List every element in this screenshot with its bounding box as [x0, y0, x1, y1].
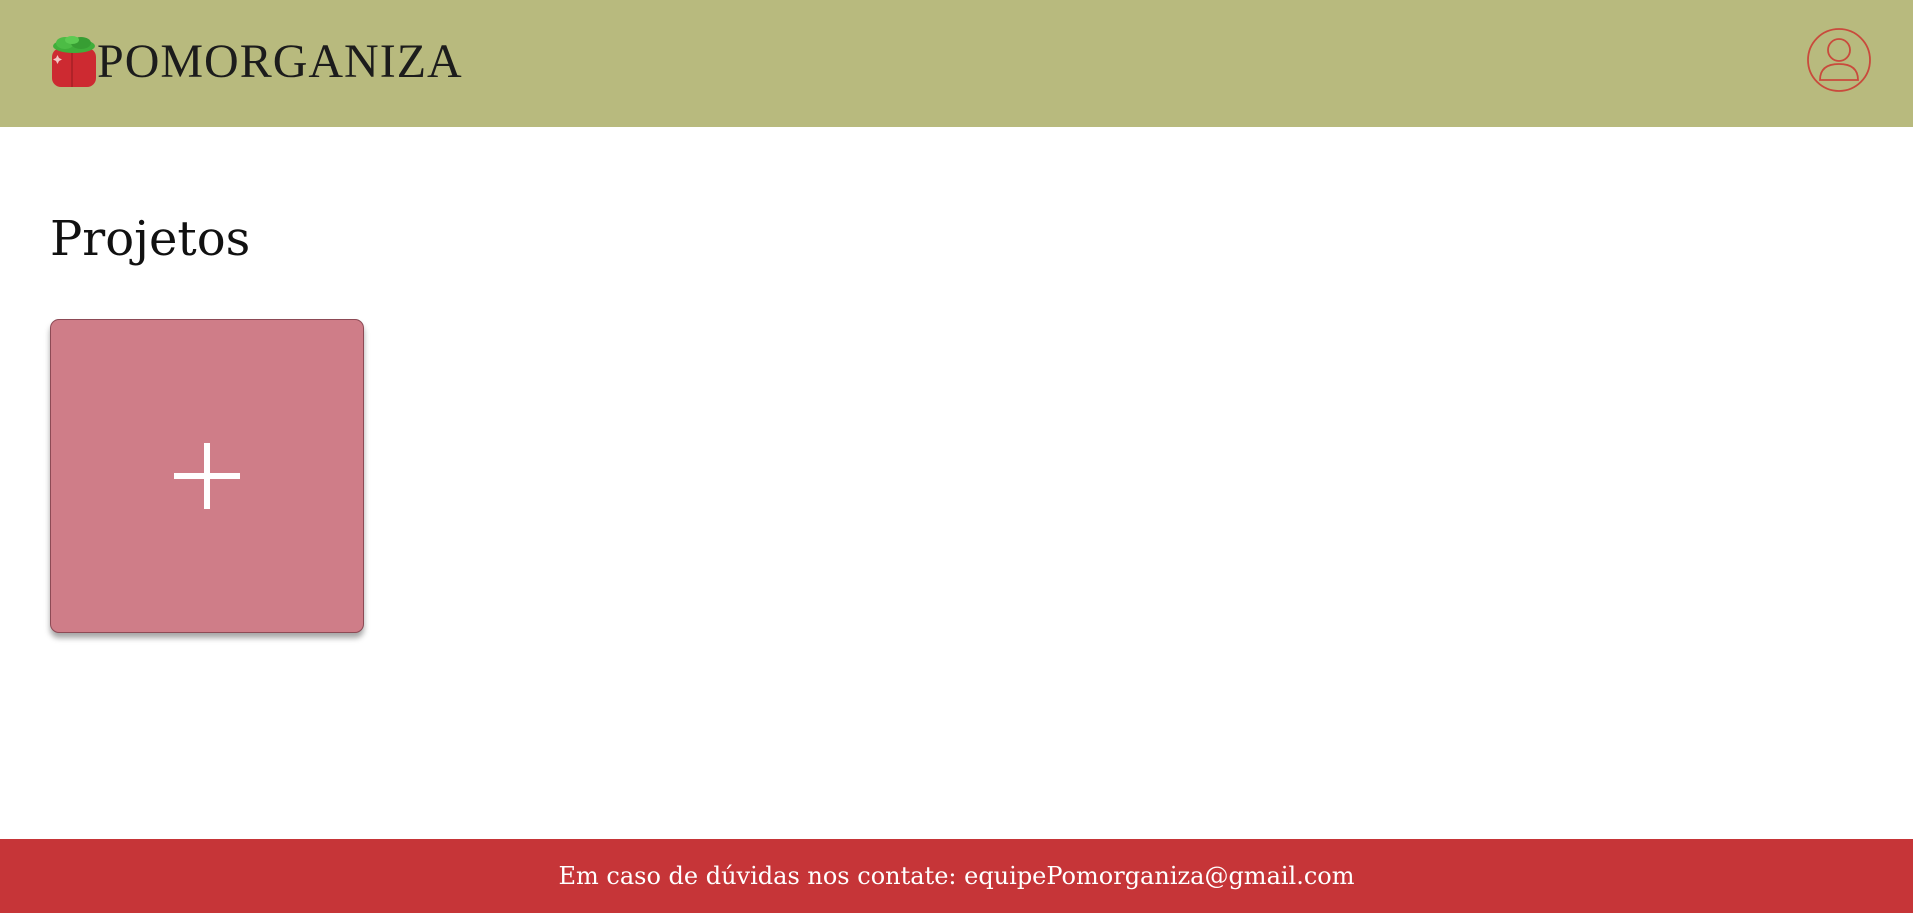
- tomato-icon: [52, 36, 96, 87]
- plus-icon: [174, 443, 240, 509]
- main-content: Projetos: [0, 127, 1913, 839]
- brand-logo[interactable]: POMORGANIZA: [50, 35, 463, 89]
- brand-name: POMORGANIZA: [97, 35, 463, 88]
- profile-button[interactable]: [1806, 27, 1872, 93]
- add-project-button[interactable]: [50, 319, 364, 633]
- user-profile-icon: [1807, 28, 1871, 92]
- footer-contact-text: Em caso de dúvidas nos contate: equipePo…: [558, 862, 1355, 890]
- top-header: POMORGANIZA: [0, 0, 1913, 127]
- footer: Em caso de dúvidas nos contate: equipePo…: [0, 839, 1913, 913]
- page-title: Projetos: [50, 211, 251, 267]
